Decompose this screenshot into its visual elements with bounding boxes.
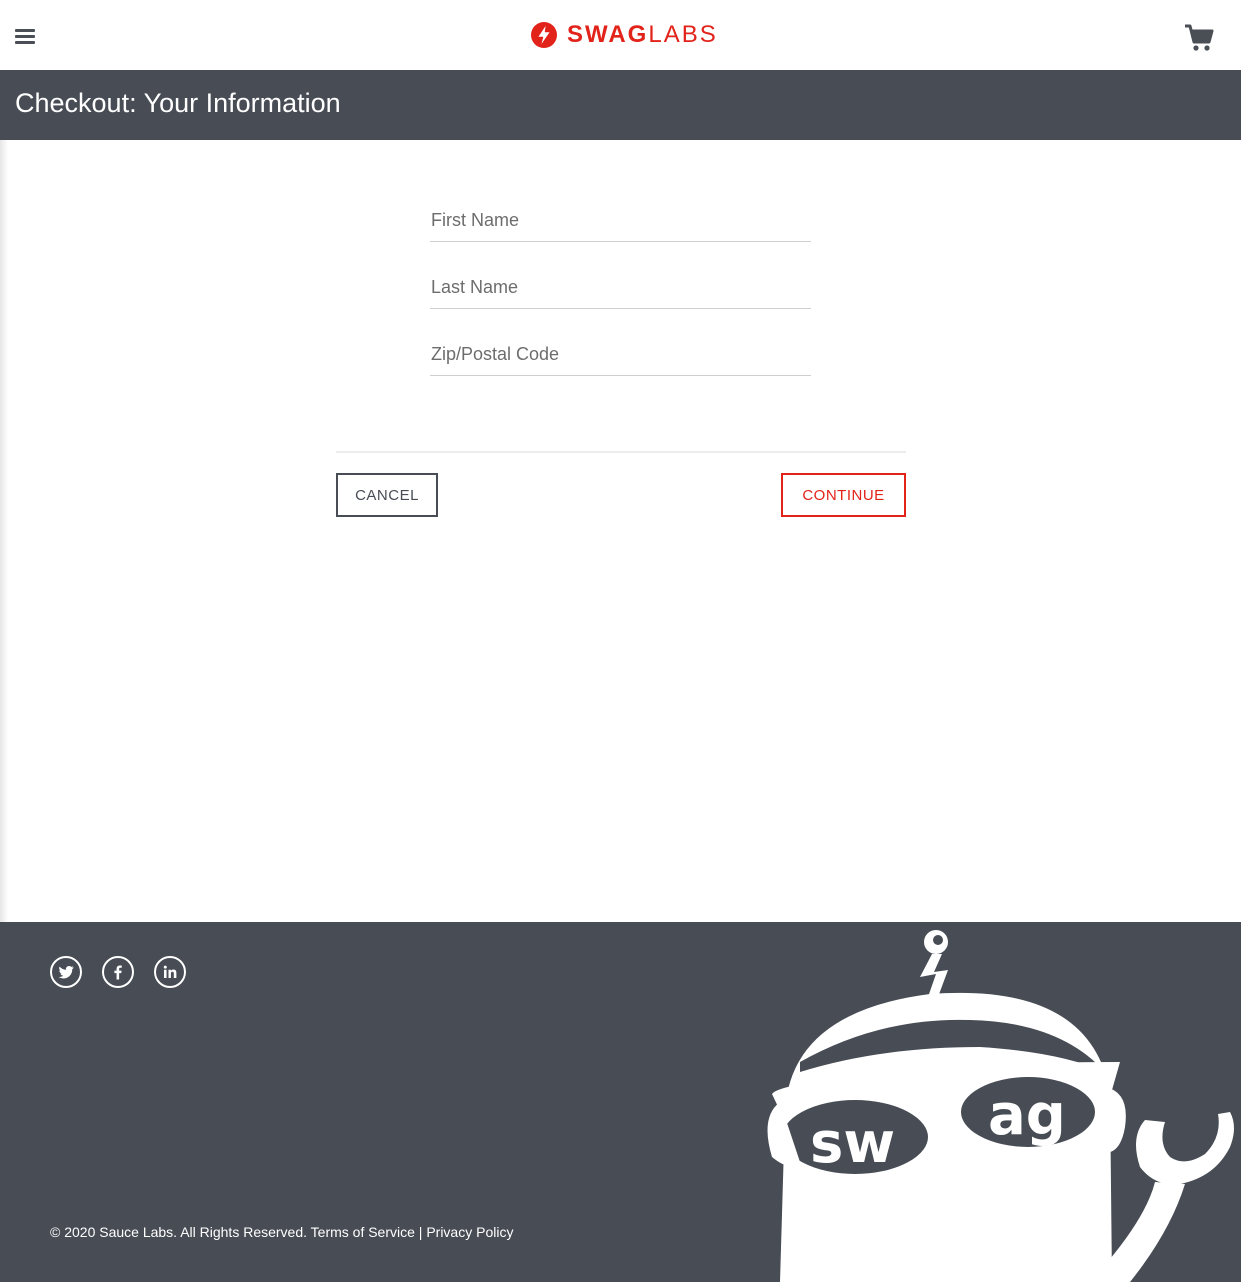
swag-bot-mascot-icon: sw ag <box>767 930 1234 1282</box>
page-title: Checkout: Your Information <box>15 88 341 118</box>
logo-text: SWAGLABS <box>567 21 718 49</box>
mascot-text-ag: ag <box>988 1083 1066 1148</box>
menu-line <box>15 41 35 44</box>
facebook-icon[interactable] <box>102 956 134 988</box>
mascot-text-sw: sw <box>810 1111 895 1176</box>
postal-code-field <box>430 334 811 376</box>
secondary-header: Checkout: Your Information <box>0 70 1241 140</box>
shopping-cart-icon[interactable] <box>1183 22 1215 54</box>
first-name-input[interactable] <box>430 200 811 240</box>
checkout-info-form <box>430 200 811 401</box>
logo-text-labs: LABS <box>648 21 718 48</box>
last-name-input[interactable] <box>430 267 811 307</box>
continue-button[interactable]: CONTINUE <box>781 473 906 517</box>
hamburger-menu-icon[interactable] <box>15 29 35 45</box>
first-name-field <box>430 200 811 242</box>
menu-line <box>15 35 35 38</box>
twitter-icon[interactable] <box>50 956 82 988</box>
footer: © 2020 Sauce Labs. All Rights Reserved. … <box>0 922 1241 1282</box>
left-shadow <box>0 140 8 922</box>
logo-text-swag: SWAG <box>567 21 649 48</box>
primary-header: SWAGLABS <box>0 0 1241 70</box>
logo-bolt-icon <box>531 22 557 48</box>
last-name-field <box>430 267 811 309</box>
footer-copyright: © 2020 Sauce Labs. All Rights Reserved. … <box>50 1224 514 1240</box>
postal-code-input[interactable] <box>430 334 811 374</box>
form-divider <box>336 451 906 453</box>
swag-labs-logo: SWAGLABS <box>529 20 718 50</box>
menu-line <box>15 29 35 32</box>
cancel-button[interactable]: CANCEL <box>336 473 438 517</box>
linkedin-icon[interactable] <box>154 956 186 988</box>
